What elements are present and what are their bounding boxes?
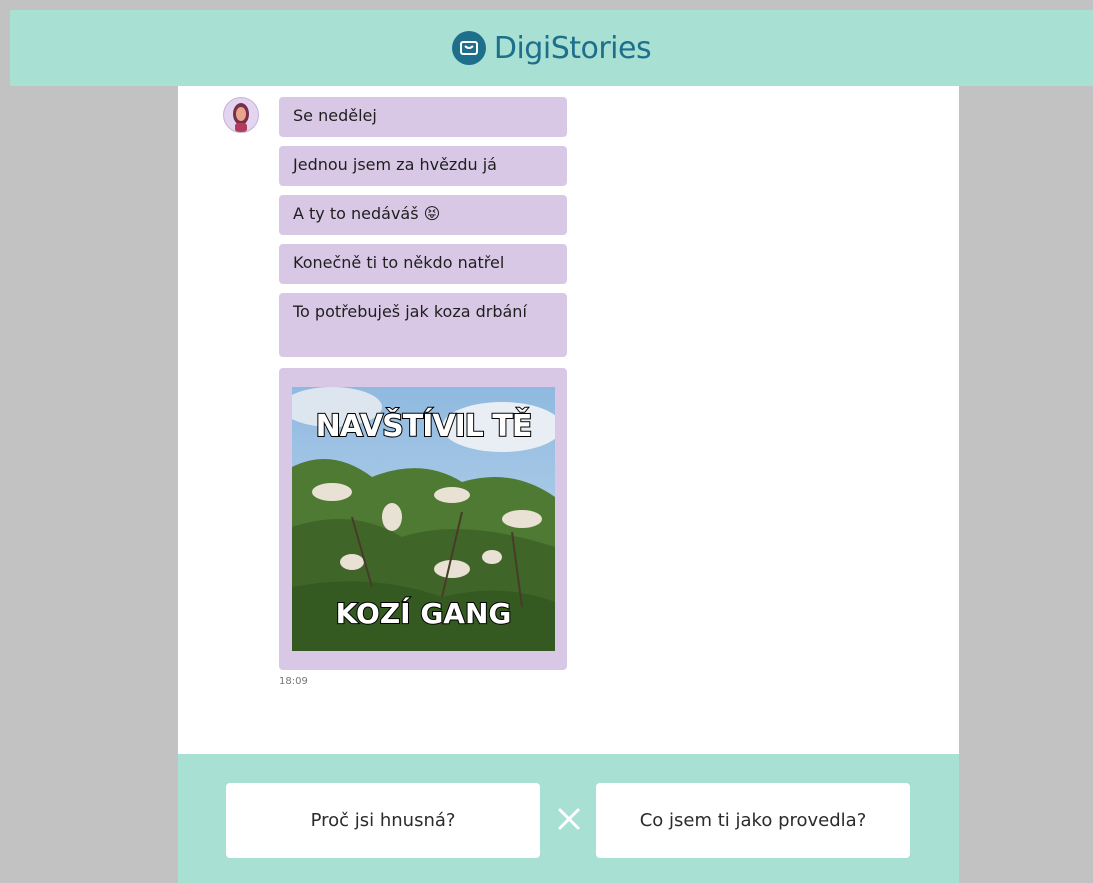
meme-bottom-text: KOZÍ GANG	[335, 596, 513, 631]
message-bubble: Konečně ti to někdo natřel	[279, 244, 567, 284]
message-bubble: Se nedělej	[279, 97, 567, 137]
reply-choices-bar: Proč jsi hnusná? Co jsem ti jako provedl…	[178, 754, 959, 883]
message-text: Jednou jsem za hvězdu já	[293, 155, 497, 174]
reply-option-a-button[interactable]: Proč jsi hnusná?	[226, 783, 540, 858]
message-text: Konečně ti to někdo natřel	[293, 253, 505, 272]
brand: DigiStories	[451, 30, 652, 66]
x-icon	[556, 806, 582, 832]
brand-name: DigiStories	[493, 30, 652, 66]
reply-option-a-label: Proč jsi hnusná?	[310, 810, 456, 831]
meme-image[interactable]: NAVŠTÍVIL TĚ KOZÍ GANG	[292, 387, 555, 651]
app-header: DigiStories	[10, 10, 1093, 86]
message-text: A ty to nedáváš	[293, 204, 419, 223]
message-bubble: A ty to nedáváš 😝	[279, 195, 567, 235]
message-text: To potřebuješ jak koza drbání	[293, 302, 527, 321]
meme-top-text: NAVŠTÍVIL TĚ	[315, 408, 534, 445]
message-bubble: Jednou jsem za hvězdu já	[279, 146, 567, 186]
message-bubble: To potřebuješ jak koza drbání	[279, 293, 567, 357]
image-message-bubble: NAVŠTÍVIL TĚ KOZÍ GANG	[279, 368, 567, 670]
female-avatar-icon	[223, 97, 259, 133]
reply-option-b-label: Co jsem ti jako provedla?	[639, 810, 867, 831]
winking-tongue-emoji-icon: 😝	[423, 204, 441, 223]
reply-option-b-button[interactable]: Co jsem ti jako provedla?	[596, 783, 910, 858]
message-text: Se nedělej	[293, 106, 377, 125]
digistories-logo-icon	[451, 31, 486, 65]
message-timestamp: 18:09	[279, 676, 308, 687]
